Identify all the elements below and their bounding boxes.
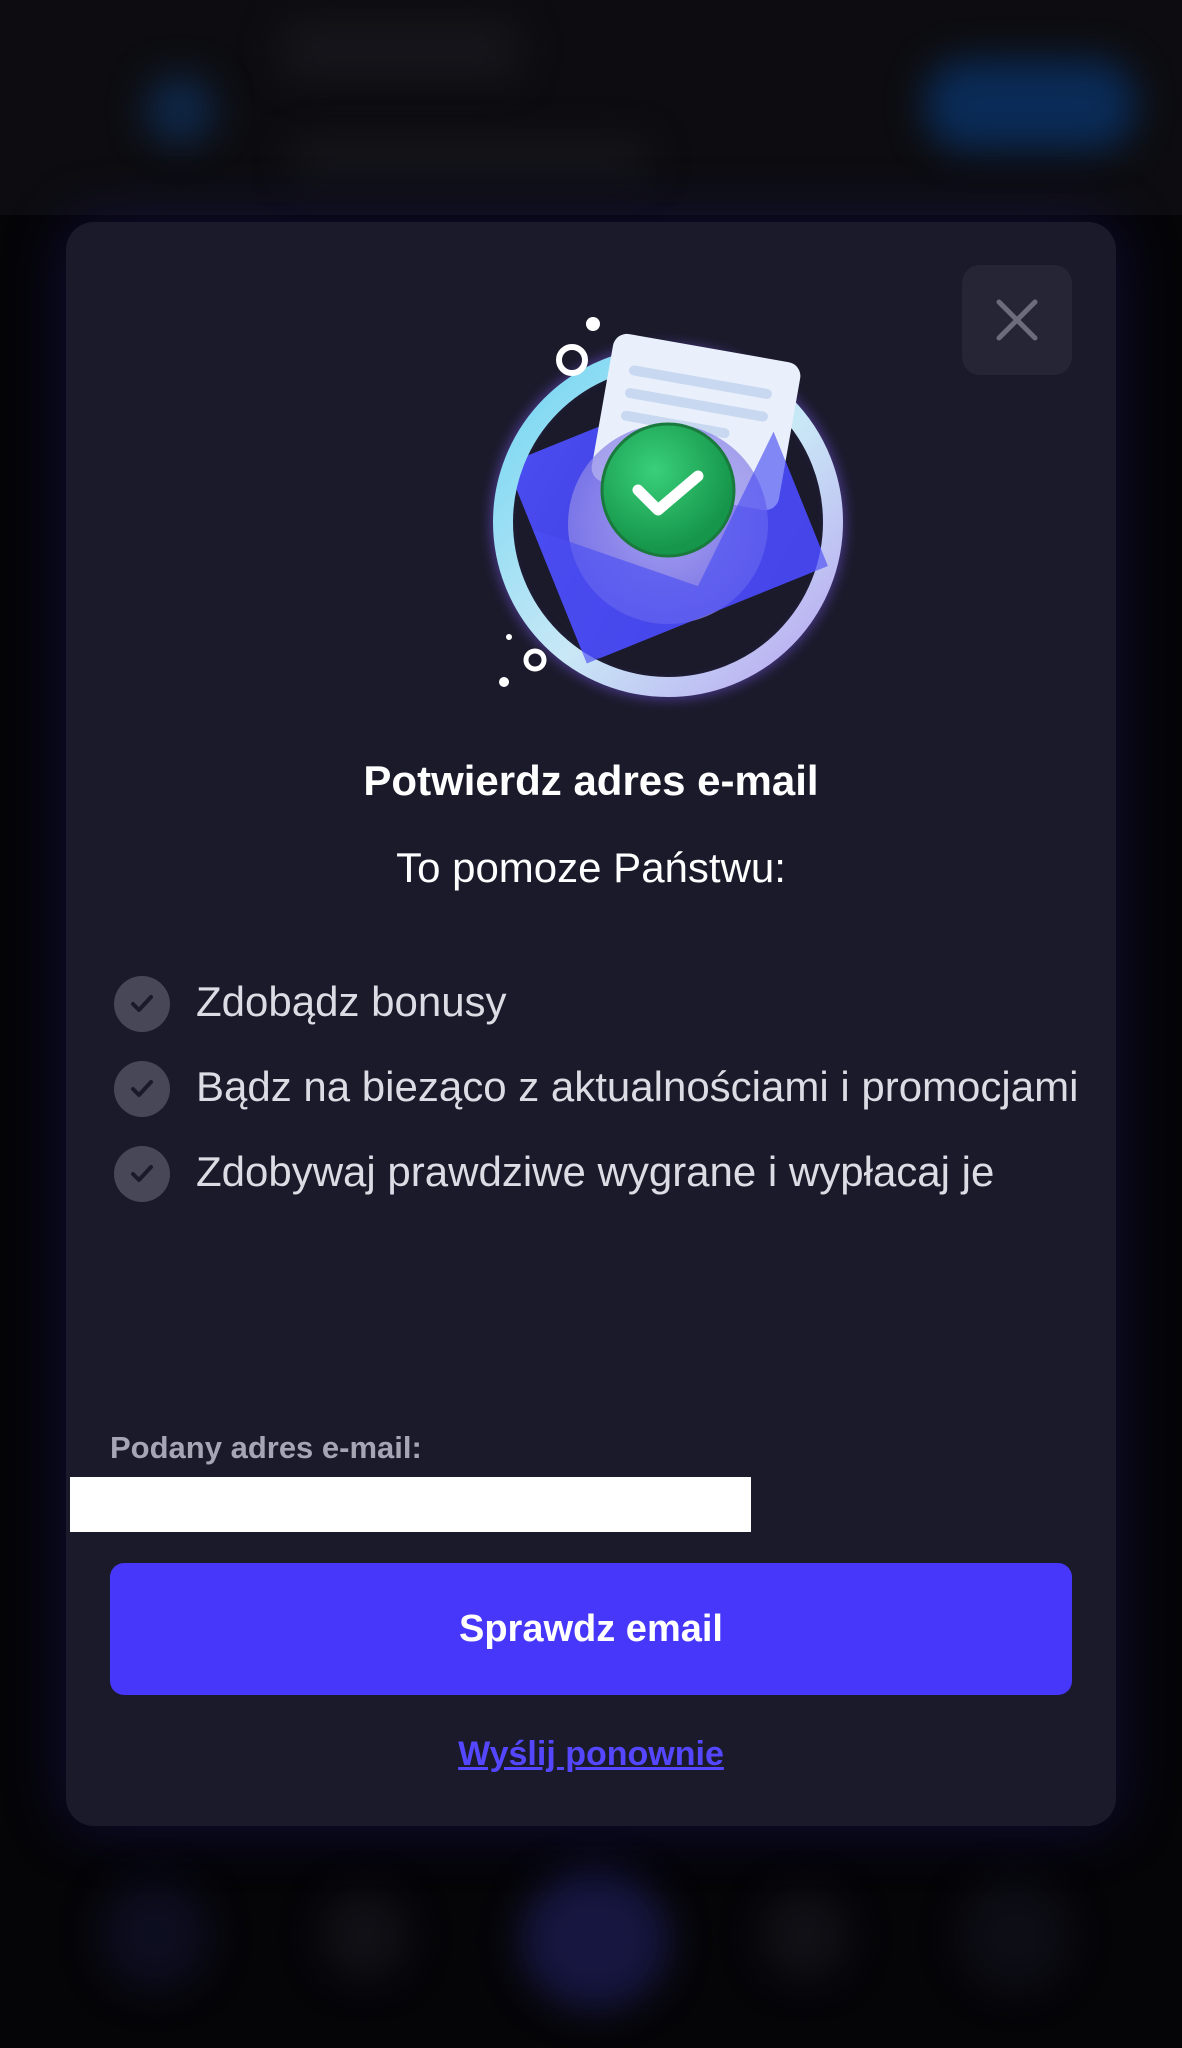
email-label: Podany adres e-mail: bbox=[110, 1430, 422, 1465]
background-blur-shape bbox=[520, 1870, 670, 2010]
check-email-button[interactable]: Sprawdz email bbox=[110, 1563, 1072, 1695]
benefit-text: Bądz na bieząco z aktualnościami i promo… bbox=[196, 1063, 1079, 1110]
email-value-field bbox=[70, 1477, 751, 1532]
close-button[interactable] bbox=[962, 265, 1072, 375]
modal-title: Potwierdz adres e-mail bbox=[363, 757, 819, 804]
modal-subtitle: To pomoze Państwu: bbox=[396, 844, 786, 891]
benefit-item: Bądz na bieząco z aktualnościami i promo… bbox=[114, 1057, 1094, 1120]
benefit-item: Zdobądz bonusy bbox=[114, 972, 1094, 1035]
check-icon bbox=[114, 1146, 170, 1202]
check-icon bbox=[114, 976, 170, 1032]
benefits-list: Zdobądz bonusy Bądz na bieząco z aktualn… bbox=[114, 972, 1094, 1227]
page: Potwierdz adres e-mail To pomoze Państwu… bbox=[0, 0, 1182, 2048]
background-blur-shape bbox=[960, 1880, 1070, 1990]
background-blur-shape bbox=[100, 1880, 210, 1990]
check-icon bbox=[114, 1061, 170, 1117]
close-icon bbox=[996, 299, 1038, 341]
background-blur-shape bbox=[925, 60, 1135, 150]
background-blur-shape bbox=[290, 140, 650, 180]
background-blur-shape bbox=[145, 75, 215, 145]
email-verified-illustration bbox=[491, 317, 845, 699]
background-blur-shape bbox=[760, 1890, 850, 1980]
benefit-item: Zdobywaj prawdziwe wygrane i wypłacaj je bbox=[114, 1142, 1094, 1205]
benefit-text: Zdobądz bonusy bbox=[196, 978, 507, 1025]
background-blur-shape bbox=[320, 1890, 410, 1980]
verify-email-modal: Potwierdz adres e-mail To pomoze Państwu… bbox=[66, 222, 1116, 1826]
resend-link[interactable]: Wyślij ponownie bbox=[66, 1735, 1116, 1774]
background-blur-shape bbox=[280, 20, 520, 80]
benefit-text: Zdobywaj prawdziwe wygrane i wypłacaj je bbox=[196, 1148, 995, 1195]
